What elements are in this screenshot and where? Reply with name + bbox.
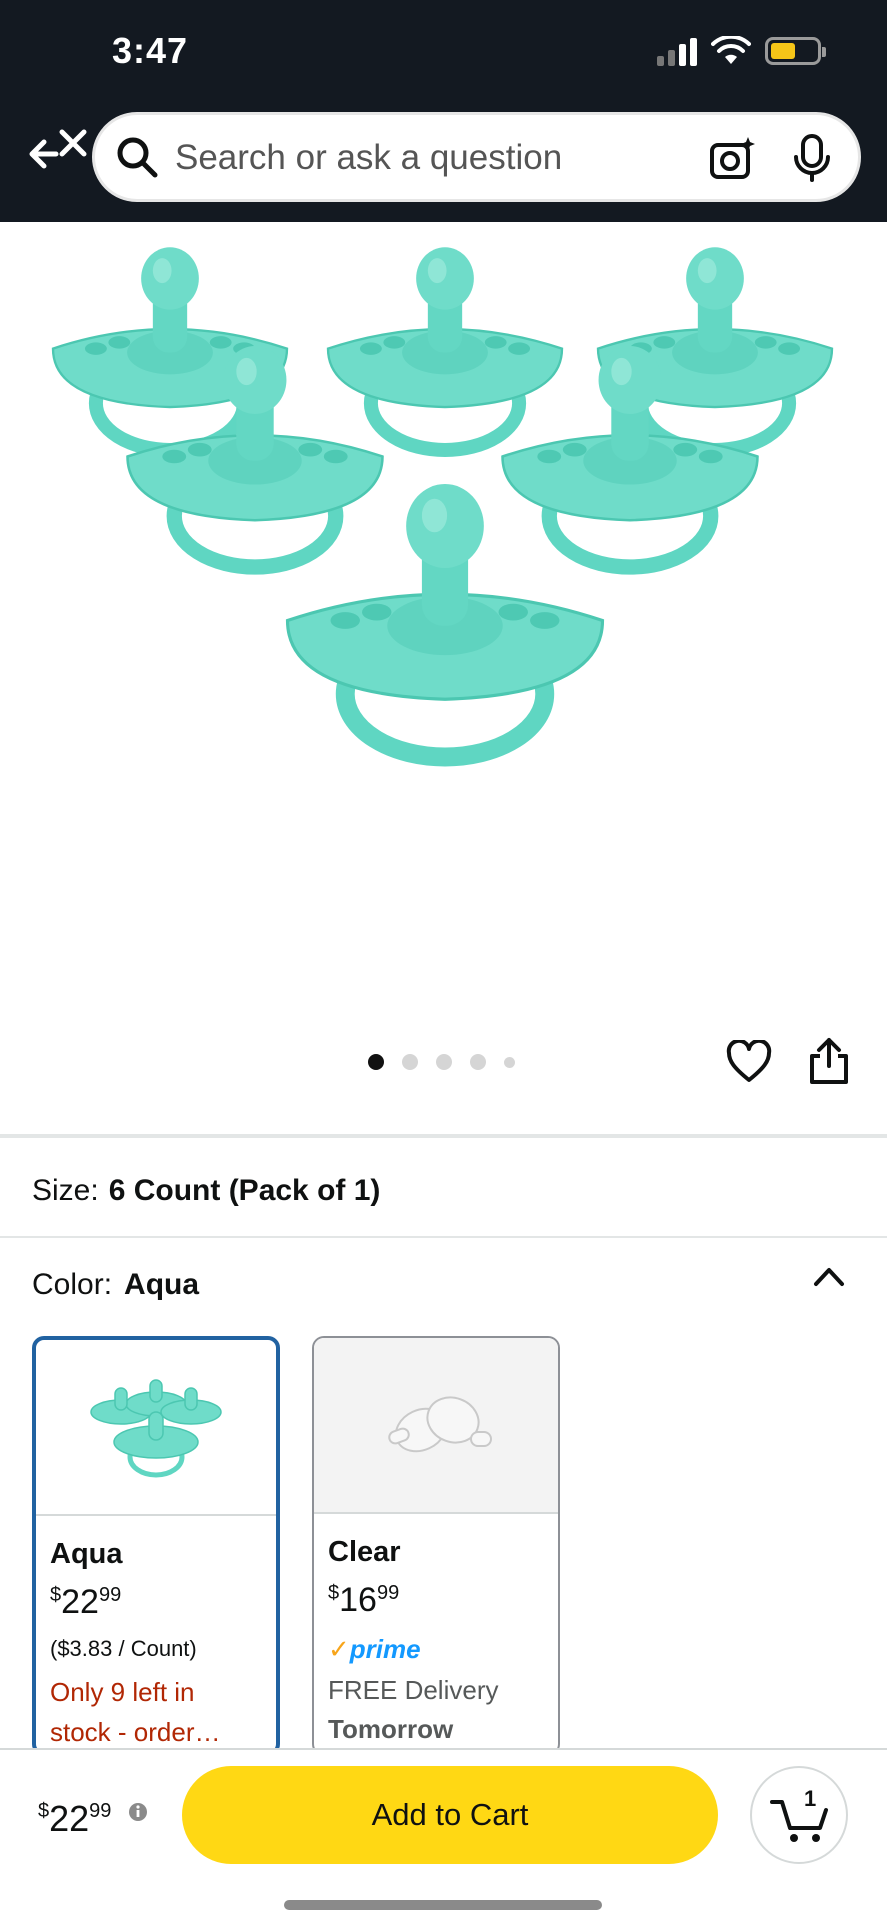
back-close-icon[interactable] bbox=[26, 124, 88, 180]
pagination-dot[interactable] bbox=[470, 1054, 486, 1070]
section-divider bbox=[0, 1134, 887, 1138]
swatch-name: Clear bbox=[328, 1536, 401, 1568]
pagination-dot[interactable] bbox=[504, 1056, 515, 1068]
pagination-dot[interactable] bbox=[368, 1054, 384, 1070]
swatch-name: Aqua bbox=[50, 1538, 123, 1570]
info-icon[interactable] bbox=[128, 1802, 148, 1822]
color-swatch-aqua[interactable]: Aqua $2299 ($3.83 / Count) Only 9 left i… bbox=[32, 1336, 280, 1756]
home-indicator bbox=[284, 1900, 602, 1910]
pacifier-thumbnail-image bbox=[90, 1379, 222, 1478]
clear-pacifier-thumbnail-image bbox=[388, 1396, 492, 1453]
cart-button[interactable]: 1 bbox=[750, 1766, 848, 1864]
chevron-up-icon[interactable] bbox=[812, 1264, 846, 1288]
image-pagination[interactable] bbox=[368, 1054, 515, 1070]
camera-sparkle-icon[interactable] bbox=[708, 135, 756, 183]
swatch-thumbnail bbox=[314, 1338, 558, 1514]
swatch-delivery-date: Tomorrow bbox=[328, 1714, 454, 1744]
cart-count: 1 bbox=[804, 1786, 817, 1811]
search-bar[interactable] bbox=[92, 112, 861, 202]
color-swatch-clear[interactable]: Clear $1699 ✓prime FREE Delivery Tomorro… bbox=[312, 1336, 560, 1756]
prime-badge: ✓prime bbox=[328, 1634, 421, 1664]
microphone-icon[interactable] bbox=[790, 133, 834, 183]
size-value: 6 Count (Pack of 1) bbox=[108, 1174, 381, 1207]
status-icons bbox=[657, 36, 826, 66]
battery-icon bbox=[765, 37, 826, 65]
section-divider bbox=[0, 1236, 887, 1238]
wifi-icon bbox=[711, 36, 751, 64]
top-bar: 3:47 bbox=[0, 0, 887, 222]
swatch-price: $1699 bbox=[328, 1581, 400, 1619]
product-image[interactable] bbox=[0, 222, 887, 1022]
pagination-dot[interactable] bbox=[402, 1054, 418, 1070]
bottom-action-bar: $2299 Add to Cart 1 bbox=[0, 1748, 887, 1920]
search-input[interactable] bbox=[175, 133, 675, 183]
bottom-price: $2299 bbox=[38, 1798, 112, 1839]
share-icon[interactable] bbox=[808, 1036, 850, 1086]
cart-icon bbox=[770, 1800, 828, 1842]
search-icon bbox=[117, 137, 158, 178]
add-to-cart-button[interactable]: Add to Cart bbox=[182, 1766, 718, 1864]
cell-signal-icon bbox=[657, 36, 697, 66]
pacifier-group-image bbox=[0, 222, 887, 1022]
size-label: Size: bbox=[32, 1174, 99, 1207]
heart-icon[interactable] bbox=[726, 1040, 772, 1084]
size-selector[interactable]: Size: 6 Count (Pack of 1) bbox=[32, 1174, 380, 1208]
swatch-delivery: FREE Delivery bbox=[328, 1675, 499, 1705]
swatch-unit-price: ($3.83 / Count) bbox=[50, 1636, 197, 1661]
status-time: 3:47 bbox=[112, 30, 189, 71]
pagination-dot[interactable] bbox=[436, 1054, 452, 1070]
swatch-price: $2299 bbox=[50, 1583, 122, 1621]
color-label: Color: bbox=[32, 1268, 113, 1301]
swatch-thumbnail bbox=[36, 1340, 276, 1516]
color-value: Aqua bbox=[124, 1268, 200, 1301]
color-selector-header[interactable]: Color: Aqua bbox=[32, 1268, 199, 1302]
swatch-stock-status: Only 9 left in stock - order… bbox=[50, 1677, 221, 1747]
